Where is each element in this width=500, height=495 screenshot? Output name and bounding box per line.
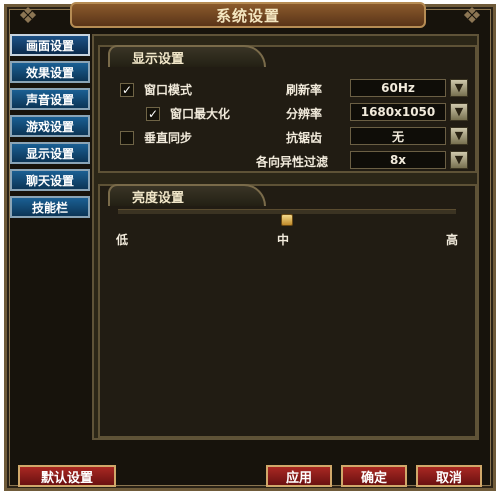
window-maximize-row: ✓ 窗口最大化 [146,105,230,122]
sidebar-item-game[interactable]: 游戏设置 [10,115,90,137]
sidebar: 画面设置 效果设置 声音设置 游戏设置 显示设置 聊天设置 技能栏 [10,34,94,223]
window-mode-label: 窗口模式 [144,83,193,97]
resolution-label: 分辨率 [286,107,323,121]
anisotropic-label: 各向异性过滤 [256,155,329,169]
chevron-down-icon[interactable]: ▼ [450,103,468,121]
brightness-mid-label: 中 [277,233,290,247]
corner-ornament-right: ❖ [462,4,482,29]
window-maximize-label: 窗口最大化 [170,107,231,121]
title-bar: 系统设置 [70,2,426,28]
display-settings-tab: 显示设置 [108,45,266,67]
refresh-rate-select[interactable]: 60Hz ▼ [350,79,468,97]
apply-button[interactable]: 应用 [266,465,332,487]
refresh-rate-value[interactable]: 60Hz [350,79,446,97]
brightness-low-label: 低 [116,233,129,247]
ok-button[interactable]: 确定 [341,465,407,487]
vsync-row: 垂直同步 [120,129,192,146]
window-mode-checkbox[interactable]: ✓ [120,82,134,97]
antialias-value[interactable]: 无 [350,127,446,145]
brightness-tab: 亮度设置 [108,184,266,206]
window-maximize-checkbox[interactable]: ✓ [146,106,160,121]
window-title: 系统设置 [215,6,280,25]
brightness-high-label: 高 [446,233,459,247]
chevron-down-icon[interactable]: ▼ [450,127,468,145]
brightness-slider-handle[interactable] [281,214,293,226]
default-settings-button[interactable]: 默认设置 [18,465,116,487]
checkmark-icon: ✓ [121,82,133,97]
sidebar-item-sound[interactable]: 声音设置 [10,88,90,110]
antialias-select[interactable]: 无 ▼ [350,127,468,145]
cancel-button[interactable]: 取消 [416,465,482,487]
chevron-down-icon[interactable]: ▼ [450,151,468,169]
anisotropic-select[interactable]: 8x ▼ [350,151,468,169]
resolution-select[interactable]: 1680x1050 ▼ [350,103,468,121]
vsync-label: 垂直同步 [144,131,193,145]
window-mode-row: ✓ 窗口模式 [120,81,192,98]
sidebar-item-display[interactable]: 显示设置 [10,142,90,164]
sidebar-item-graphics[interactable]: 画面设置 [10,34,90,56]
sidebar-item-chat[interactable]: 聊天设置 [10,169,90,191]
resolution-value[interactable]: 1680x1050 [350,103,446,121]
corner-ornament-left: ❖ [18,4,38,29]
checkmark-icon: ✓ [147,106,159,121]
sidebar-item-effects[interactable]: 效果设置 [10,61,90,83]
refresh-rate-label: 刷新率 [286,83,323,97]
vsync-checkbox[interactable] [120,130,134,145]
sidebar-item-skillbar[interactable]: 技能栏 [10,196,90,218]
antialias-label: 抗锯齿 [286,131,323,145]
chevron-down-icon[interactable]: ▼ [450,79,468,97]
anisotropic-value[interactable]: 8x [350,151,446,169]
